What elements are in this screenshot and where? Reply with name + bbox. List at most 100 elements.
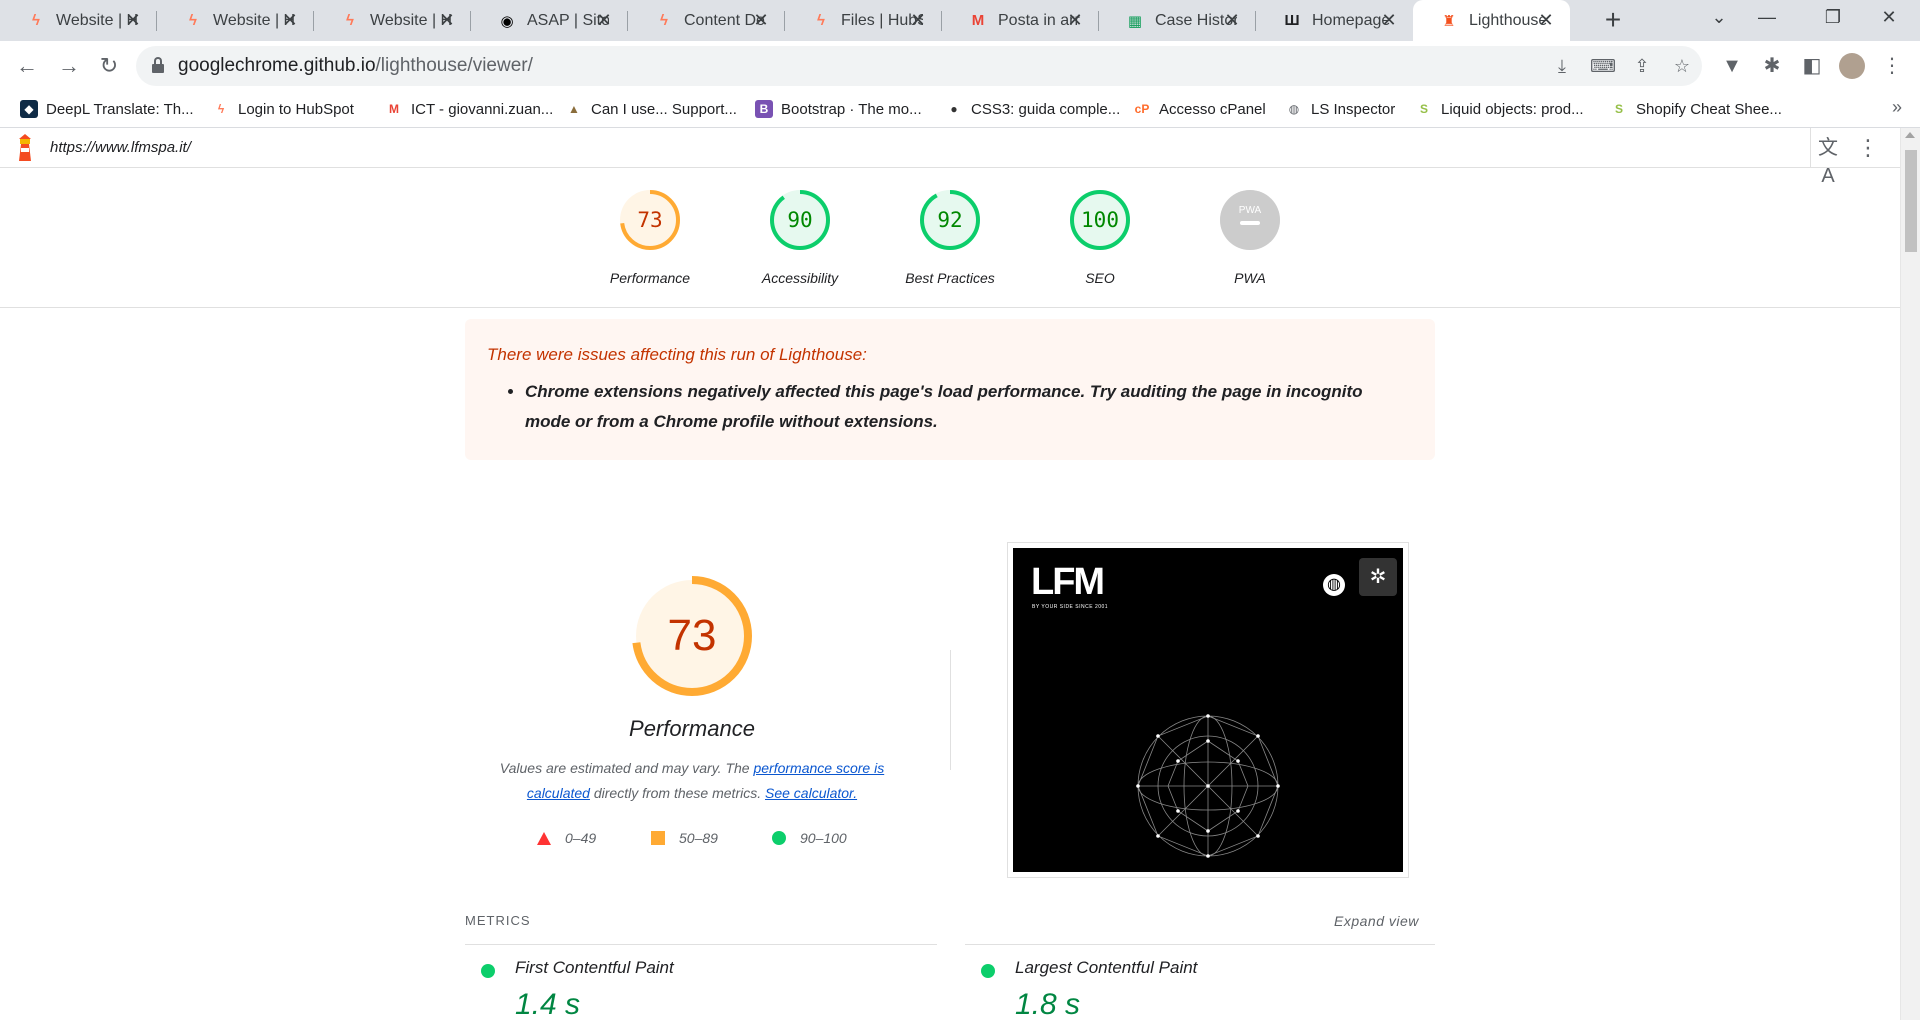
tab-close-icon[interactable]: ✕: [437, 10, 457, 31]
vimeo-extension-icon[interactable]: ▼: [1719, 53, 1745, 79]
tab-0[interactable]: ϟWebsite | HubSpot✕: [0, 0, 157, 41]
deepl-icon: ◆: [20, 100, 38, 118]
bookmark-item[interactable]: M ICT - giovanni.zuan...: [385, 96, 553, 122]
tab-5[interactable]: ϟFiles | HubSpot✕: [785, 0, 942, 41]
tab-3[interactable]: ◉ASAP | Sito web✕: [471, 0, 628, 41]
metrics-rule-right: [965, 944, 1435, 945]
tab-close-icon[interactable]: ✕: [1065, 10, 1085, 31]
tab-close-icon[interactable]: ✕: [280, 10, 300, 31]
gauge-score: 73: [637, 208, 663, 232]
install-icon[interactable]: ⤓: [1550, 55, 1574, 79]
address-url[interactable]: googlechrome.github.io/lighthouse/viewer…: [178, 55, 533, 77]
bookmark-label: Can I use... Support...: [591, 100, 737, 118]
side-panel-icon[interactable]: ◧: [1799, 53, 1825, 79]
gauge-ring: 90: [768, 188, 832, 252]
address-bar[interactable]: googlechrome.github.io/lighthouse/viewer…: [136, 46, 1702, 86]
gauge-label: Performance: [609, 270, 691, 286]
gauge-seo[interactable]: 100 SEO: [1040, 188, 1160, 286]
bootstrap-icon: B: [755, 100, 773, 118]
pass-circle-icon: [481, 964, 495, 978]
chrome-menu-icon[interactable]: ⋮: [1879, 53, 1905, 79]
minimize-icon[interactable]: —: [1752, 7, 1782, 28]
hubspot-icon: ϟ: [346, 12, 354, 29]
tab-9[interactable]: ♜Lighthouse Report Viewer✕: [1413, 0, 1570, 41]
gauge-accessibility[interactable]: 90 Accessibility: [740, 188, 860, 286]
metrics-rule-left: [465, 944, 937, 945]
gauge-ring: 73: [618, 188, 682, 252]
translate-page-icon[interactable]: ⌨: [1590, 55, 1616, 79]
browser-toolbar: ← → ↻ googlechrome.github.io/lighthouse/…: [0, 41, 1920, 91]
translate-icon[interactable]: 文A: [1813, 134, 1843, 187]
lock-icon[interactable]: [152, 57, 164, 73]
tools-menu-icon[interactable]: ⋮: [1854, 134, 1882, 162]
tab-close-icon[interactable]: ✕: [1536, 10, 1556, 31]
tab-close-icon[interactable]: ✕: [1379, 10, 1399, 31]
restore-icon[interactable]: ❐: [1818, 7, 1848, 28]
average-square-icon: [651, 831, 665, 845]
gauge-label: Accessibility: [761, 270, 839, 286]
hubspot-icon: ϟ: [817, 12, 825, 29]
tab-4[interactable]: ϟContent Delivery✕: [628, 0, 785, 41]
gauge-best-practices[interactable]: 92 Best Practices: [890, 188, 1010, 286]
gauge-score: [1218, 188, 1282, 252]
tab-close-icon[interactable]: ✕: [908, 10, 928, 31]
extensions-puzzle-icon[interactable]: ✱: [1759, 53, 1785, 79]
profile-avatar[interactable]: [1839, 53, 1865, 79]
hubspot-icon: ϟ: [189, 12, 197, 29]
tab-close-icon[interactable]: ✕: [123, 10, 143, 31]
bookmark-label: ICT - giovanni.zuan...: [411, 100, 554, 118]
scroll-thumb[interactable]: [1905, 150, 1917, 252]
report-url[interactable]: https://www.lfmspa.it/: [50, 139, 191, 156]
hubspot-icon: ϟ: [660, 12, 668, 29]
share-icon[interactable]: ⇪: [1630, 55, 1654, 79]
asap-icon: ◉: [500, 12, 514, 30]
legend-fail-label: 0–49: [565, 830, 597, 846]
gauge-pwa[interactable]: PWA PWA: [1190, 188, 1310, 286]
tab-6[interactable]: MPosta in arrivo✕: [942, 0, 1099, 41]
bookmarks-overflow-icon[interactable]: »: [1892, 97, 1902, 118]
back-icon[interactable]: ←: [12, 51, 42, 81]
tab-search-icon[interactable]: ⌄: [1704, 7, 1734, 28]
bookmark-label: Bootstrap · The mo...: [781, 100, 922, 118]
bookmark-item[interactable]: ● CSS3: guida comple...: [945, 96, 1120, 122]
performance-score: 73: [667, 611, 717, 660]
bookmark-item[interactable]: ◆ DeepL Translate: Th...: [20, 96, 194, 122]
tab-close-icon[interactable]: ✕: [594, 10, 614, 31]
lfm-icon: Ш: [1284, 12, 1300, 29]
final-screenshot[interactable]: LFM BY YOUR SIDE SINCE 2001 ◍ ✲: [1007, 542, 1409, 878]
scores-header: 73 Performance 90 Accessibility 92 Best Pract…: [0, 168, 1900, 308]
screenshot-image: LFM BY YOUR SIDE SINCE 2001 ◍ ✲: [1013, 548, 1403, 872]
bookmark-item[interactable]: ϟ Login to HubSpot: [212, 96, 354, 122]
forward-icon[interactable]: →: [54, 51, 84, 81]
bookmark-star-icon[interactable]: ☆: [1670, 55, 1694, 79]
page-scrollbar[interactable]: [1900, 128, 1920, 1020]
performance-gauge[interactable]: 73: [630, 574, 754, 698]
tab-8[interactable]: Ш Homepage ✕: [1256, 0, 1413, 41]
bookmark-item[interactable]: S Liquid objects: prod...: [1415, 96, 1584, 122]
bookmark-item[interactable]: ◍ LS Inspector: [1285, 96, 1395, 122]
bookmark-item[interactable]: B Bootstrap · The mo...: [755, 96, 922, 122]
metric-value: 1.4 s: [515, 988, 581, 1021]
gauge-score: 92: [937, 208, 963, 232]
expand-view-toggle[interactable]: Expand view: [1334, 913, 1419, 929]
tab-2[interactable]: ϟWebsite | HubSpot✕: [314, 0, 471, 41]
gauge-label: Best Practices: [905, 270, 995, 286]
bookmark-item[interactable]: S Shopify Cheat Shee...: [1610, 96, 1782, 122]
bookmark-item[interactable]: ▲ Can I use... Support...: [565, 96, 737, 122]
tab-7[interactable]: ▦Case History✕: [1099, 0, 1256, 41]
see-calculator-link[interactable]: See calculator.: [765, 785, 857, 801]
tab-1[interactable]: ϟWebsite | HubSpot✕: [157, 0, 314, 41]
gauge-performance[interactable]: 73 Performance: [590, 188, 710, 286]
bookmark-label: CSS3: guida comple...: [971, 100, 1121, 118]
fail-triangle-icon: [537, 831, 551, 845]
reload-icon[interactable]: ↻: [94, 51, 124, 81]
bookmark-label: Shopify Cheat Shee...: [1636, 100, 1782, 118]
scroll-up-arrow-icon[interactable]: [1905, 132, 1915, 138]
bookmark-item[interactable]: cP Accesso cPanel: [1133, 96, 1266, 122]
tab-close-icon[interactable]: ✕: [1222, 10, 1242, 31]
cpanel-icon: cP: [1134, 102, 1150, 116]
legend-average: 50–89: [651, 827, 718, 849]
new-tab-button[interactable]: +: [1598, 6, 1628, 34]
close-window-icon[interactable]: ✕: [1874, 7, 1904, 28]
tab-close-icon[interactable]: ✕: [751, 10, 771, 31]
